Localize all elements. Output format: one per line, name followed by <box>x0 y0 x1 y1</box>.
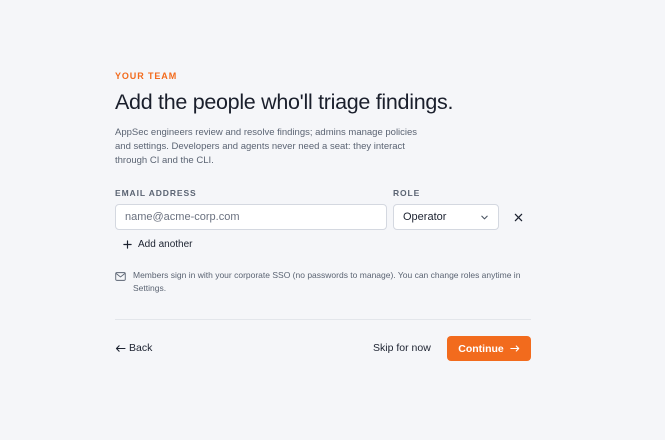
close-icon <box>514 213 522 221</box>
continue-button[interactable]: Continue <box>447 336 531 361</box>
arrow-right-icon <box>510 345 520 352</box>
sso-note: Members sign in with your corporate SSO … <box>115 269 531 295</box>
add-another-label: Add another <box>138 239 193 250</box>
sso-note-text: Members sign in with your corporate SSO … <box>133 270 521 293</box>
footer-divider <box>115 319 531 320</box>
email-address-label: EMAIL ADDRESS <box>115 188 197 198</box>
arrow-left-icon <box>115 344 126 352</box>
add-another-button[interactable]: Add another <box>123 239 193 250</box>
remove-row-button[interactable] <box>512 210 524 224</box>
plus-icon <box>123 240 132 249</box>
page-title: Add the people who'll triage findings. <box>115 90 454 114</box>
continue-label: Continue <box>458 342 504 355</box>
role-label: ROLE <box>393 188 421 198</box>
chevron-down-icon <box>481 215 488 220</box>
page-description: AppSec engineers review and resolve find… <box>115 127 418 166</box>
role-select[interactable]: Operator <box>393 204 499 230</box>
email-input[interactable] <box>115 204 387 230</box>
back-button[interactable]: Back <box>115 342 152 354</box>
back-label: Back <box>129 342 153 354</box>
skip-for-now-button[interactable]: Skip for now <box>373 342 431 354</box>
role-select-value: Operator <box>403 211 447 223</box>
mail-icon <box>115 272 126 281</box>
section-eyebrow: YOUR TEAM <box>115 71 178 81</box>
